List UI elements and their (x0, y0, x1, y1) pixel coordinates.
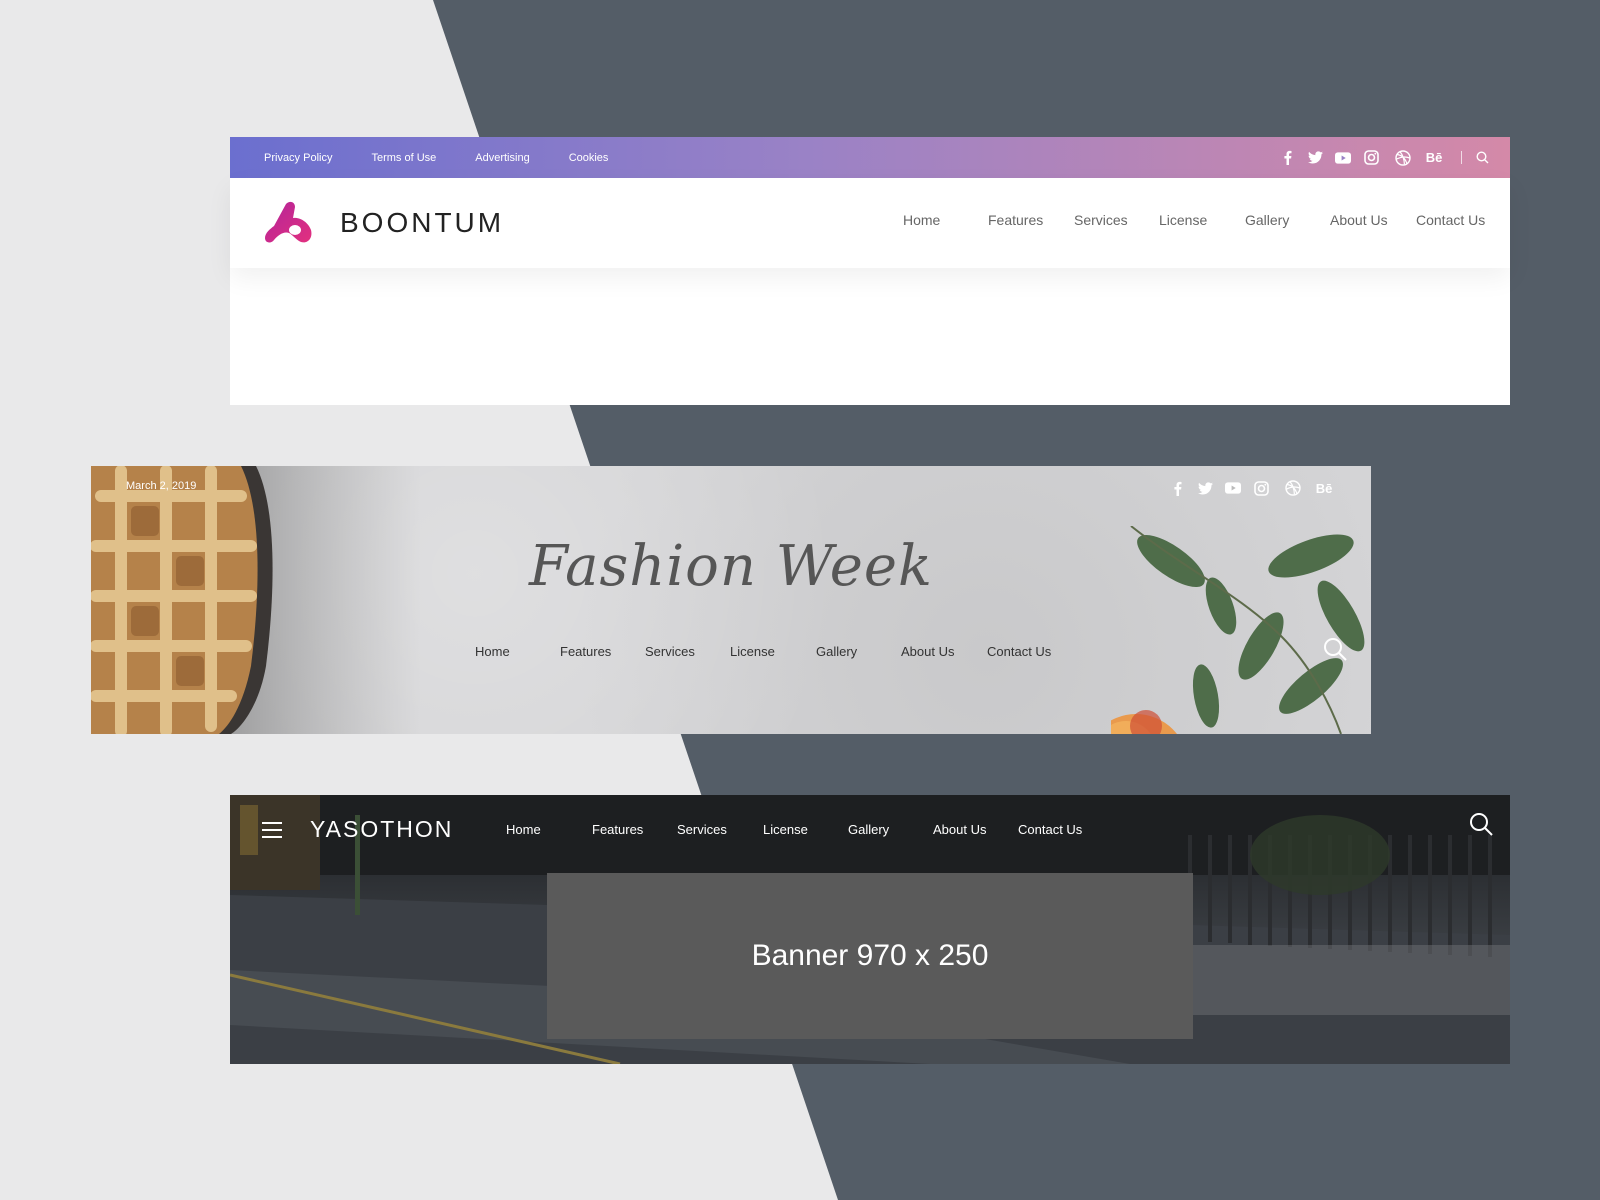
search-icon[interactable] (1322, 636, 1348, 662)
header-fashion-week: March 2, 2019 Bē Fashion Week Home Featu… (91, 466, 1371, 734)
top-link-cookies[interactable]: Cookies (569, 152, 609, 164)
behance-icon[interactable]: Bē (1313, 480, 1335, 496)
facebook-icon[interactable] (1279, 150, 1295, 166)
ad-banner[interactable]: Banner 970 x 250 (547, 873, 1193, 1039)
main-nav: Home Features Services License Gallery A… (230, 178, 1510, 268)
nav-item-about-us[interactable]: About Us (1330, 212, 1388, 228)
top-bar: Privacy Policy Terms of Use Advertising … (230, 137, 1510, 178)
social-links: Bē (1157, 480, 1335, 496)
nav-item-about-us[interactable]: About Us (901, 644, 954, 659)
menu-icon[interactable] (262, 822, 282, 838)
nav-item-gallery[interactable]: Gallery (1245, 212, 1289, 228)
nav-item-services[interactable]: Services (677, 822, 727, 837)
nav-item-gallery[interactable]: Gallery (816, 644, 857, 659)
dribbble-icon[interactable] (1395, 149, 1411, 166)
post-date: March 2, 2019 (126, 480, 197, 492)
nav-item-gallery[interactable]: Gallery (848, 822, 889, 837)
dribbble-icon[interactable] (1285, 480, 1301, 496)
banner-label: Banner 970 x 250 (751, 939, 989, 972)
top-link-terms-of-use[interactable]: Terms of Use (371, 152, 436, 164)
facebook-icon[interactable] (1169, 480, 1185, 496)
nav-item-features[interactable]: Features (988, 212, 1043, 228)
twitter-icon[interactable] (1197, 480, 1213, 496)
youtube-icon[interactable] (1225, 480, 1241, 496)
header-boontum: Privacy Policy Terms of Use Advertising … (230, 137, 1510, 405)
main-bar: BOONTUM Home Features Services License G… (230, 178, 1510, 268)
youtube-icon[interactable] (1335, 150, 1351, 166)
nav-item-home[interactable]: Home (475, 644, 510, 659)
instagram-icon[interactable] (1363, 150, 1379, 166)
nav-item-home[interactable]: Home (903, 212, 940, 228)
nav-item-features[interactable]: Features (560, 644, 611, 659)
search-icon[interactable] (1468, 811, 1494, 837)
separator (1461, 151, 1462, 164)
brand-name[interactable]: YASOTHON (310, 816, 453, 843)
nav-item-license[interactable]: License (1159, 212, 1207, 228)
behance-icon[interactable]: Bē (1423, 150, 1445, 166)
header-yasothon: YASOTHON Home Features Services License … (230, 795, 1510, 1064)
nav-item-features[interactable]: Features (592, 822, 643, 837)
top-link-advertising[interactable]: Advertising (475, 152, 529, 164)
nav-item-about-us[interactable]: About Us (933, 822, 986, 837)
nav-item-home[interactable]: Home (506, 822, 541, 837)
nav-item-contact-us[interactable]: Contact Us (987, 644, 1051, 659)
twitter-icon[interactable] (1307, 150, 1323, 166)
site-title[interactable]: Fashion Week (91, 534, 1371, 599)
nav-item-services[interactable]: Services (1074, 212, 1128, 228)
search-icon[interactable] (1474, 150, 1490, 166)
nav-item-license[interactable]: License (730, 644, 775, 659)
top-links: Privacy Policy Terms of Use Advertising … (264, 152, 647, 164)
nav-item-services[interactable]: Services (645, 644, 695, 659)
nav-item-contact-us[interactable]: Contact Us (1416, 212, 1485, 228)
social-links: Bē (1267, 149, 1510, 166)
instagram-icon[interactable] (1253, 480, 1269, 496)
top-link-privacy-policy[interactable]: Privacy Policy (264, 152, 332, 164)
pie-photo (91, 466, 421, 734)
nav-item-contact-us[interactable]: Contact Us (1018, 822, 1082, 837)
nav-item-license[interactable]: License (763, 822, 808, 837)
